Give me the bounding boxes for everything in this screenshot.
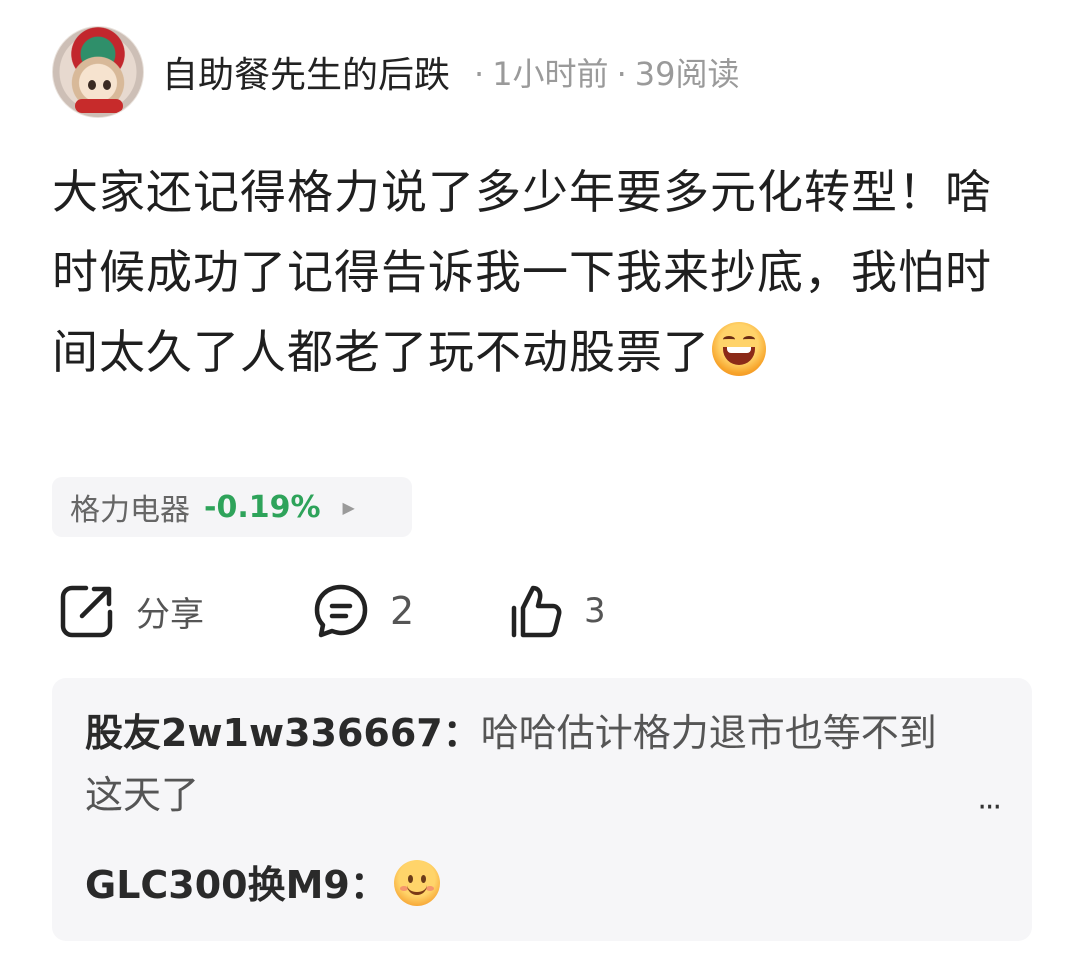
comment-item[interactable]: 股友2w1w336667：哈哈估计格力退市也等不到这天了 — [85, 702, 965, 826]
thumbs-up-icon — [504, 580, 566, 642]
like-count: 3 — [584, 591, 606, 631]
post-time: 1小时前 — [492, 55, 609, 93]
comment-separator: ： — [349, 863, 388, 907]
comment-separator: ： — [442, 711, 481, 755]
stock-chip[interactable]: 格力电器 -0.19% ▶ — [52, 477, 412, 537]
author-name[interactable]: 自助餐先生的后跌 — [162, 46, 450, 98]
action-bar: 分享 2 3 — [52, 578, 1032, 644]
smiling-emoji-icon — [393, 860, 440, 906]
more-button[interactable]: ··· — [977, 790, 1002, 825]
chevron-right-icon: ▶ — [342, 497, 355, 517]
stock-change: -0.19% — [204, 489, 321, 525]
comment-user[interactable]: GLC300换M9 — [85, 863, 350, 907]
avatar-eye — [88, 80, 96, 90]
post-card: 自助餐先生的后跌 · 1小时前 · 39阅读 大家还记得格力说了多少年要多元化转型！啥… — [0, 0, 1084, 958]
comment-user[interactable]: 股友2w1w336667 — [85, 711, 443, 755]
avatar[interactable] — [52, 26, 144, 118]
avatar-scarf — [75, 99, 123, 113]
comment-button[interactable]: 2 — [310, 578, 414, 644]
post-text: 大家还记得格力说了多少年要多元化转型！啥时候成功了记得告诉我一下我来抄底，我怕时… — [52, 165, 992, 379]
post-header: 自助餐先生的后跌 · 1小时前 · 39阅读 — [52, 26, 739, 118]
meta-separator: · — [474, 55, 485, 93]
share-icon — [56, 580, 118, 642]
laughing-emoji-icon — [712, 322, 766, 376]
comment-item[interactable]: GLC300换M9： — [85, 854, 440, 916]
comment-icon — [310, 580, 372, 642]
post-content[interactable]: 大家还记得格力说了多少年要多元化转型！啥时候成功了记得告诉我一下我来抄底，我怕时… — [52, 152, 1037, 392]
meta-separator: · — [616, 55, 627, 93]
stock-name: 格力电器 — [70, 493, 190, 528]
like-button[interactable]: 3 — [504, 578, 606, 644]
comments-preview[interactable]: 股友2w1w336667：哈哈估计格力退市也等不到这天了 ··· GLC300换… — [52, 678, 1032, 941]
share-label: 分享 — [136, 594, 204, 635]
share-button[interactable]: 分享 — [56, 578, 204, 644]
read-count: 39阅读 — [634, 55, 740, 93]
post-meta: · 1小时前 · 39阅读 — [466, 49, 739, 95]
avatar-eye — [103, 80, 111, 90]
comment-count: 2 — [390, 589, 415, 633]
